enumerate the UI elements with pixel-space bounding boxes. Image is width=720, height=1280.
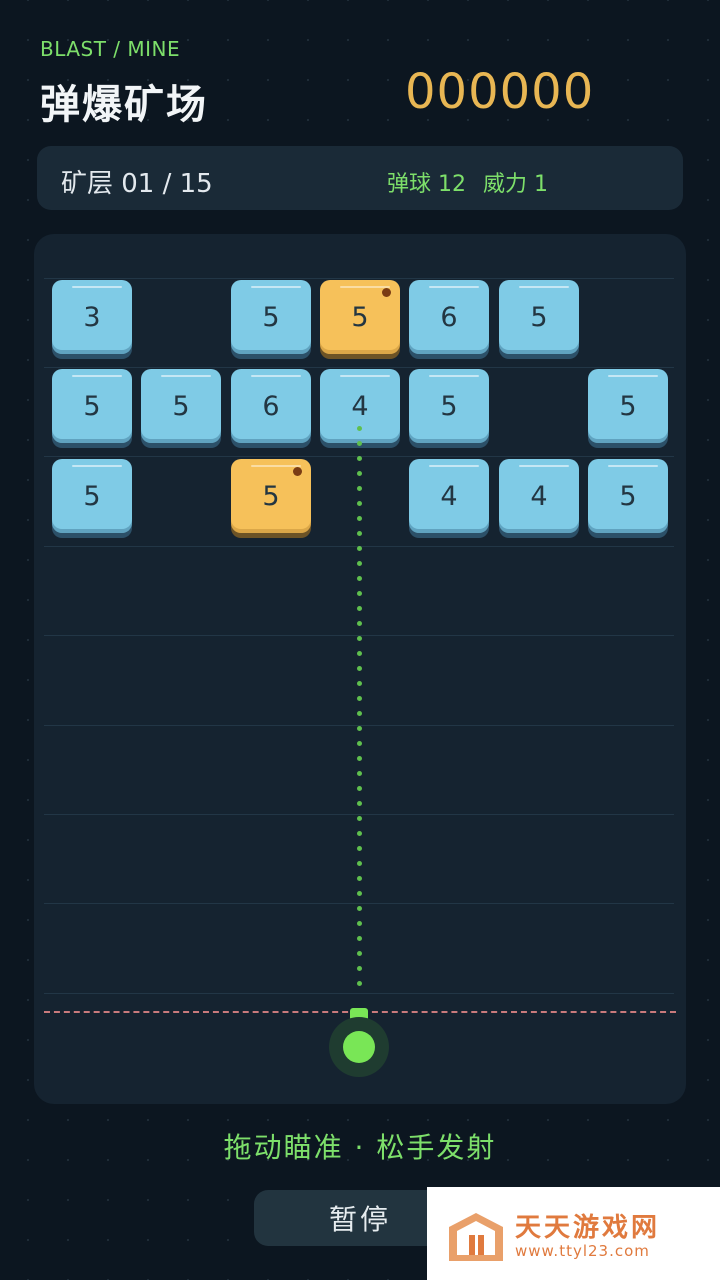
aim-dot	[357, 816, 362, 821]
ball-launcher[interactable]	[329, 1017, 389, 1077]
aim-dot	[357, 426, 362, 431]
block: 4	[409, 459, 489, 533]
ball-icon	[343, 1031, 375, 1063]
aim-dot	[357, 591, 362, 596]
block-hp-label: 5	[619, 480, 637, 512]
block: 4	[499, 459, 579, 533]
house-logo-icon	[449, 1213, 503, 1261]
aim-dot	[357, 456, 362, 461]
aim-dot	[357, 801, 362, 806]
watermark-url: www.ttyl23.com	[515, 1242, 650, 1260]
aim-dot	[357, 861, 362, 866]
aim-dot	[357, 681, 362, 686]
aim-dot	[357, 966, 362, 971]
game-title: 弹爆矿场	[40, 82, 208, 128]
aim-dot	[357, 471, 362, 476]
ore-gem-icon	[382, 288, 391, 297]
grid-line	[44, 993, 674, 994]
aim-dot	[357, 936, 362, 941]
block-hp-label: 5	[83, 480, 101, 512]
aim-dot	[357, 576, 362, 581]
aim-dot	[357, 906, 362, 911]
aim-dot	[357, 501, 362, 506]
block: 4	[320, 369, 400, 443]
block: 5	[52, 369, 132, 443]
status-bar: 矿层 01 / 15 弹球 12 威力 1	[37, 146, 683, 210]
block-hp-label: 6	[440, 301, 458, 333]
block: 5	[588, 369, 668, 443]
block-hp-label: 5	[530, 301, 548, 333]
grid-line	[44, 814, 674, 815]
aim-dot	[357, 711, 362, 716]
block: 5	[52, 459, 132, 533]
block-hp-label: 4	[530, 480, 548, 512]
aim-dot	[357, 756, 362, 761]
watermark: 天天游戏网 www.ttyl23.com	[427, 1187, 720, 1280]
grid-line	[44, 278, 674, 279]
aim-dot	[357, 561, 362, 566]
block-hp-label: 5	[262, 301, 280, 333]
gold-block: 5	[231, 459, 311, 533]
aim-dot	[357, 666, 362, 671]
aim-dot	[357, 486, 362, 491]
aim-dot	[357, 876, 362, 881]
aim-dot	[357, 951, 362, 956]
block: 5	[231, 280, 311, 354]
aim-dot	[357, 636, 362, 641]
aim-dot	[357, 771, 362, 776]
aim-dot	[357, 981, 362, 986]
gold-block: 5	[320, 280, 400, 354]
game-subtitle: BLAST / MINE	[40, 37, 181, 61]
aim-dot	[357, 831, 362, 836]
watermark-name: 天天游戏网	[515, 1213, 661, 1243]
score-display: 000000	[405, 64, 595, 120]
aim-dot	[357, 606, 362, 611]
aim-dot	[357, 846, 362, 851]
block: 5	[409, 369, 489, 443]
aim-dot	[357, 786, 362, 791]
block-hp-label: 5	[172, 390, 190, 422]
block: 5	[499, 280, 579, 354]
block-hp-label: 4	[440, 480, 458, 512]
block-hp-label: 3	[83, 301, 101, 333]
block: 6	[231, 369, 311, 443]
block: 5	[141, 369, 221, 443]
aim-dot	[357, 696, 362, 701]
aim-dot	[357, 546, 362, 551]
block-hp-label: 5	[351, 301, 369, 333]
block-hp-label: 6	[262, 390, 280, 422]
aim-dot	[357, 531, 362, 536]
ball-count: 弹球 12	[387, 172, 466, 197]
block: 5	[588, 459, 668, 533]
aim-dot	[357, 891, 362, 896]
control-hint: 拖动瞄准 · 松手发射	[223, 1131, 497, 1164]
aim-dot	[357, 441, 362, 446]
aim-dot	[357, 741, 362, 746]
grid-line	[44, 903, 674, 904]
ore-gem-icon	[293, 467, 302, 476]
power-indicator: 威力 1	[483, 172, 548, 197]
block: 6	[409, 280, 489, 354]
block: 3	[52, 280, 132, 354]
block-hp-label: 5	[262, 480, 280, 512]
block-hp-label: 4	[351, 390, 369, 422]
aim-dot	[357, 921, 362, 926]
game-board[interactable]: 3 5 5 6 5 5 5 6 4 5 5 5 5 4 4 5	[34, 234, 686, 1104]
grid-line	[44, 367, 674, 368]
aim-dot	[357, 516, 362, 521]
block-hp-label: 5	[619, 390, 637, 422]
block-hp-label: 5	[440, 390, 458, 422]
aim-dot	[357, 621, 362, 626]
block-hp-label: 5	[83, 390, 101, 422]
aim-dot	[357, 651, 362, 656]
aim-dot	[357, 726, 362, 731]
level-indicator: 矿层 01 / 15	[61, 169, 213, 199]
